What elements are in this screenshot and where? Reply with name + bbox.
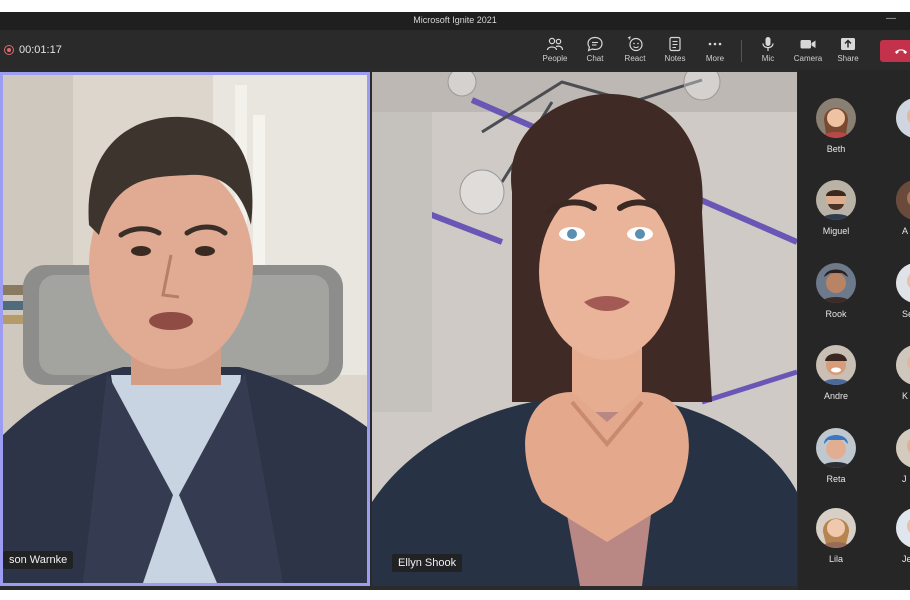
mic-button[interactable]: Mic	[748, 36, 788, 68]
notes-button[interactable]: Notes	[655, 36, 695, 68]
react-label: React	[624, 54, 646, 63]
avatar[interactable]	[896, 508, 910, 548]
more-icon	[708, 42, 722, 46]
notes-icon	[669, 36, 681, 52]
recording-timer: 00:01:17	[4, 44, 62, 56]
people-button[interactable]: People	[535, 36, 575, 68]
more-button[interactable]: More	[695, 36, 735, 68]
avatar	[816, 180, 856, 220]
people-label: People	[542, 54, 568, 63]
recording-icon	[4, 45, 14, 55]
participant-name-label: son Warnke	[3, 551, 74, 569]
avatar	[816, 508, 856, 548]
mic-label: Mic	[761, 54, 775, 63]
notes-label: Notes	[664, 54, 686, 63]
share-label: Share	[837, 54, 859, 63]
roster-item[interactable]: Reta	[814, 428, 858, 484]
video-stage: son Warnke Ellyn Shook	[0, 70, 910, 590]
roster-item[interactable]: Miguel	[814, 180, 858, 236]
roster-name-partial: K	[902, 391, 909, 401]
react-button[interactable]: React	[615, 36, 655, 68]
avatar	[816, 345, 856, 385]
roster-item[interactable]: Lila	[814, 508, 858, 564]
avatar-video-tile[interactable]: Ellyn Shook	[372, 72, 797, 586]
chat-button[interactable]: Chat	[575, 36, 615, 68]
people-icon	[546, 37, 564, 51]
mic-icon	[762, 37, 774, 51]
chat-label: Chat	[586, 54, 604, 63]
meeting-toolbar: 00:01:17 People Chat React Notes More Mi…	[0, 30, 910, 70]
avatar[interactable]	[896, 428, 910, 468]
roster-name: Miguel	[822, 226, 850, 236]
participant-video-tile[interactable]: son Warnke	[0, 72, 370, 586]
roster-name-partial: Je	[902, 554, 910, 564]
avatar-name-label: Ellyn Shook	[392, 554, 463, 572]
minimize-icon[interactable]: —	[886, 13, 896, 24]
avatar[interactable]	[896, 263, 910, 303]
roster-item[interactable]: Beth	[814, 98, 858, 154]
roster-item[interactable]: Andre	[814, 345, 858, 401]
react-icon	[627, 36, 643, 52]
roster-name-partial: Se	[902, 309, 910, 319]
camera-label: Camera	[793, 54, 823, 63]
avatar	[816, 98, 856, 138]
share-button[interactable]: Share	[828, 36, 868, 68]
avatar[interactable]	[896, 180, 910, 220]
participant-video-feed	[3, 75, 367, 583]
participant-roster: Beth Miguel A Rook Se Andre K Reta	[798, 70, 910, 590]
avatar	[816, 428, 856, 468]
roster-item[interactable]: Rook	[814, 263, 858, 319]
avatar[interactable]	[896, 345, 910, 385]
roster-name-partial: A	[902, 226, 909, 236]
title-bar: Microsoft Ignite 2021 —	[0, 12, 910, 30]
avatar[interactable]	[896, 98, 910, 138]
roster-name: Rook	[825, 309, 847, 319]
chat-icon	[587, 36, 603, 52]
avatar	[816, 263, 856, 303]
camera-icon	[800, 40, 816, 49]
leave-button[interactable]	[880, 40, 910, 62]
share-icon	[841, 38, 855, 50]
window-title: Microsoft Ignite 2021	[413, 15, 497, 25]
hang-up-icon	[895, 49, 907, 54]
call-duration: 00:01:17	[19, 44, 62, 56]
roster-name: Andre	[823, 391, 849, 401]
roster-name: Beth	[826, 144, 846, 154]
roster-name: Reta	[826, 474, 846, 484]
camera-button[interactable]: Camera	[788, 36, 828, 68]
avatar-video-feed	[372, 72, 797, 586]
more-label: More	[705, 54, 725, 63]
roster-name: Lila	[828, 554, 843, 564]
toolbar-divider	[741, 40, 742, 62]
roster-name-partial: J	[902, 474, 907, 484]
